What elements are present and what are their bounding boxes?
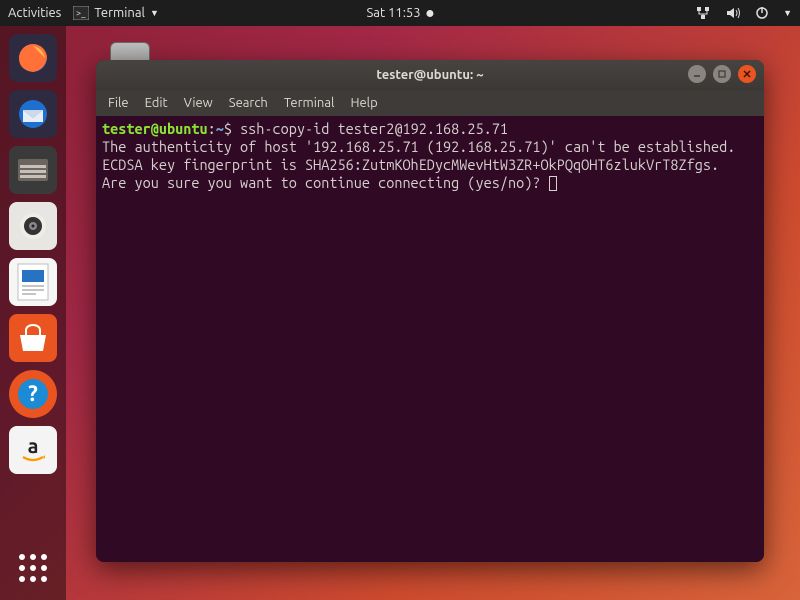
chevron-down-icon: ▼	[150, 8, 159, 18]
prompt-sep: :	[208, 120, 216, 137]
window-title: tester@ubuntu: ~	[96, 68, 764, 82]
terminal-window: tester@ubuntu: ~ File Edit View Search T…	[96, 60, 764, 562]
show-applications-button[interactable]	[15, 550, 51, 586]
menu-file[interactable]: File	[108, 96, 129, 110]
terminal-output-line: The authenticity of host '192.168.25.71 …	[102, 138, 735, 155]
system-menu-chevron-icon[interactable]: ▼	[783, 8, 792, 18]
terminal-content[interactable]: tester@ubuntu:~$ ssh-copy-id tester2@192…	[96, 116, 764, 562]
minimize-button[interactable]	[688, 65, 706, 83]
svg-text:a: a	[28, 434, 39, 457]
dock: ? a	[0, 26, 66, 600]
prompt-user: tester@ubuntu	[102, 120, 208, 137]
power-icon[interactable]	[755, 6, 769, 20]
network-icon[interactable]	[695, 6, 711, 20]
clock[interactable]: Sat 11:53	[366, 6, 433, 20]
launcher-files[interactable]	[9, 146, 57, 194]
app-menu-label: Terminal	[94, 6, 145, 20]
menubar: File Edit View Search Terminal Help	[96, 90, 764, 116]
menu-view[interactable]: View	[184, 96, 213, 110]
prompt-suffix: $	[224, 120, 240, 137]
launcher-libreoffice-writer[interactable]	[9, 258, 57, 306]
titlebar[interactable]: tester@ubuntu: ~	[96, 60, 764, 90]
launcher-help[interactable]: ?	[9, 370, 57, 418]
close-button[interactable]	[738, 65, 756, 83]
launcher-firefox[interactable]	[9, 34, 57, 82]
menu-search[interactable]: Search	[229, 96, 268, 110]
window-controls	[688, 65, 756, 83]
clock-text: Sat 11:53	[366, 6, 420, 20]
terminal-cursor	[549, 176, 557, 191]
volume-icon[interactable]	[725, 6, 741, 20]
svg-text:>_: >_	[76, 8, 86, 18]
menu-terminal[interactable]: Terminal	[284, 96, 335, 110]
launcher-rhythmbox[interactable]	[9, 202, 57, 250]
terminal-output-line: Are you sure you want to continue connec…	[102, 174, 549, 191]
menu-edit[interactable]: Edit	[145, 96, 168, 110]
launcher-ubuntu-software[interactable]	[9, 314, 57, 362]
app-menu[interactable]: >_ Terminal ▼	[73, 6, 159, 20]
activities-button[interactable]: Activities	[8, 6, 61, 20]
svg-text:?: ?	[28, 381, 38, 406]
launcher-amazon[interactable]: a	[9, 426, 57, 474]
terminal-output-line: ECDSA key fingerprint is SHA256:ZutmKOhE…	[102, 156, 719, 173]
top-bar: Activities >_ Terminal ▼ Sat 11:53 ▼	[0, 0, 800, 26]
menu-help[interactable]: Help	[350, 96, 377, 110]
prompt-path: ~	[216, 120, 224, 137]
terminal-command: ssh-copy-id tester2@192.168.25.71	[240, 120, 508, 137]
maximize-button[interactable]	[713, 65, 731, 83]
launcher-thunderbird[interactable]	[9, 90, 57, 138]
terminal-icon: >_	[73, 6, 89, 20]
notification-dot-icon	[427, 10, 434, 17]
